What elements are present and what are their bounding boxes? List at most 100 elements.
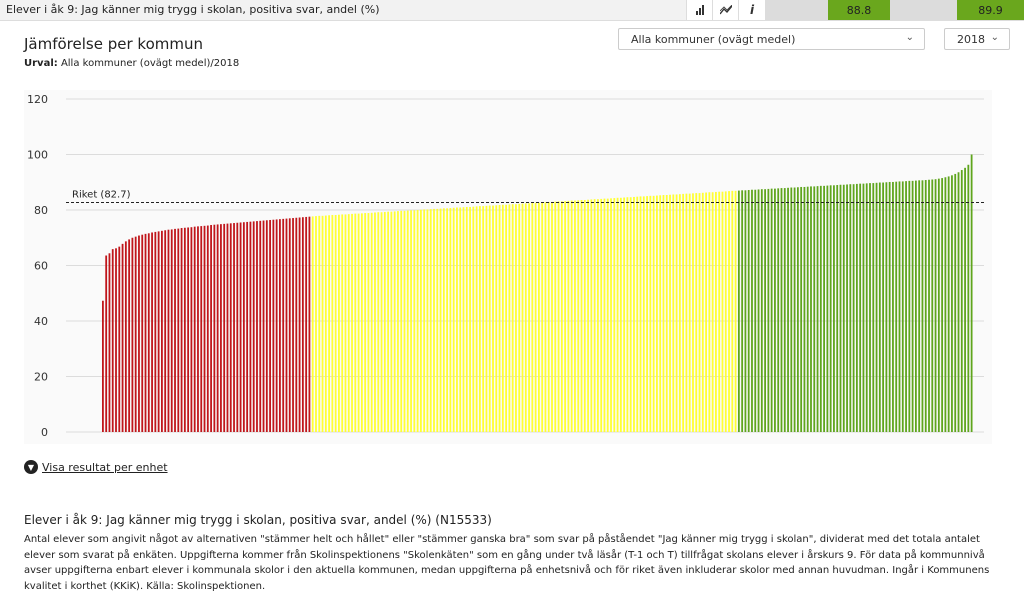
bar <box>659 195 662 432</box>
bar <box>321 215 324 432</box>
bar <box>560 201 563 432</box>
bar <box>878 182 881 432</box>
bar <box>387 211 389 432</box>
bar-chart-icon[interactable] <box>686 0 713 20</box>
bar <box>262 220 265 432</box>
selection-info: Urval: Alla kommuner (ovägt medel)/2018 <box>24 58 239 69</box>
bar <box>426 209 429 432</box>
bar <box>203 225 206 432</box>
bar <box>908 180 911 432</box>
bar <box>157 231 160 432</box>
bar <box>380 212 383 432</box>
bar <box>521 203 524 432</box>
bar <box>629 197 632 432</box>
bar <box>246 221 249 432</box>
bar <box>613 198 616 432</box>
bar <box>128 239 131 432</box>
bar <box>918 180 921 432</box>
trend-icon[interactable] <box>712 0 739 20</box>
bar <box>298 217 301 432</box>
show-per-unit-toggle[interactable]: ▼ Visa resultat per enhet <box>24 460 168 474</box>
bar <box>718 191 721 432</box>
description-text: Antal elever som angivit något av altern… <box>24 534 990 592</box>
bar <box>587 199 589 432</box>
bar <box>678 194 681 432</box>
bar <box>708 192 711 432</box>
bar <box>829 185 832 432</box>
bar <box>226 223 229 432</box>
bar <box>895 181 898 432</box>
bar <box>492 205 494 432</box>
bar <box>665 195 668 432</box>
bar <box>970 154 973 432</box>
bar <box>590 199 593 432</box>
bar <box>967 164 970 432</box>
bar <box>229 223 232 432</box>
bar <box>855 183 858 432</box>
bar <box>672 194 675 432</box>
bar <box>888 181 891 432</box>
bar <box>823 185 825 432</box>
bar <box>305 216 308 432</box>
bar <box>324 215 327 432</box>
bar <box>937 178 940 432</box>
bar <box>347 214 350 432</box>
bar <box>318 215 321 432</box>
value-bar-track <box>765 0 828 20</box>
bar <box>134 236 137 432</box>
description-title: Elever i åk 9: Jag känner mig trygg i sk… <box>24 513 492 527</box>
bar <box>151 232 153 432</box>
bar <box>852 184 855 432</box>
year-select[interactable]: 2018 ⌄ <box>944 28 1010 50</box>
bar <box>747 190 750 432</box>
bar <box>124 241 127 432</box>
bar <box>839 184 842 432</box>
bar <box>505 204 508 432</box>
bar <box>688 193 691 432</box>
bar <box>780 188 783 432</box>
y-tick-label: 80 <box>34 204 48 217</box>
bar <box>898 181 901 432</box>
bar <box>220 224 222 432</box>
bar <box>472 206 475 432</box>
municipality-select[interactable]: Alla kommuner (ovägt medel) ⌄ <box>618 28 925 50</box>
bar <box>147 233 150 432</box>
bar <box>528 203 530 432</box>
bar <box>518 203 521 432</box>
bar-chart-svg: 0 20 40 60 80 100 120 Riket (82.7) <box>27 93 984 439</box>
bar <box>577 200 580 432</box>
bar <box>557 201 560 432</box>
bar <box>102 300 104 432</box>
bar <box>685 193 688 432</box>
bar <box>416 210 419 432</box>
bar <box>865 183 868 432</box>
bar <box>819 185 822 432</box>
bar <box>760 189 763 432</box>
bar <box>174 228 176 432</box>
info-icon[interactable]: i <box>738 0 765 20</box>
chevron-down-circle-icon: ▼ <box>24 460 38 474</box>
bar <box>636 196 639 432</box>
bar <box>816 186 819 432</box>
bar <box>862 183 865 432</box>
bar <box>669 194 671 432</box>
bar <box>806 186 809 432</box>
bar <box>724 191 727 432</box>
bar <box>115 248 117 432</box>
bar <box>616 197 619 432</box>
bar <box>315 216 317 432</box>
value-bar-track-2 <box>890 0 957 20</box>
bar <box>836 185 839 432</box>
bar <box>715 191 717 432</box>
bar <box>364 213 367 432</box>
bar <box>265 220 268 432</box>
bar <box>383 211 386 432</box>
bar <box>259 220 262 432</box>
bar <box>433 208 435 432</box>
bar <box>564 201 567 432</box>
bar <box>701 192 704 432</box>
bar <box>905 181 907 432</box>
bar <box>141 234 144 432</box>
bar <box>459 207 462 432</box>
bar <box>338 214 340 432</box>
